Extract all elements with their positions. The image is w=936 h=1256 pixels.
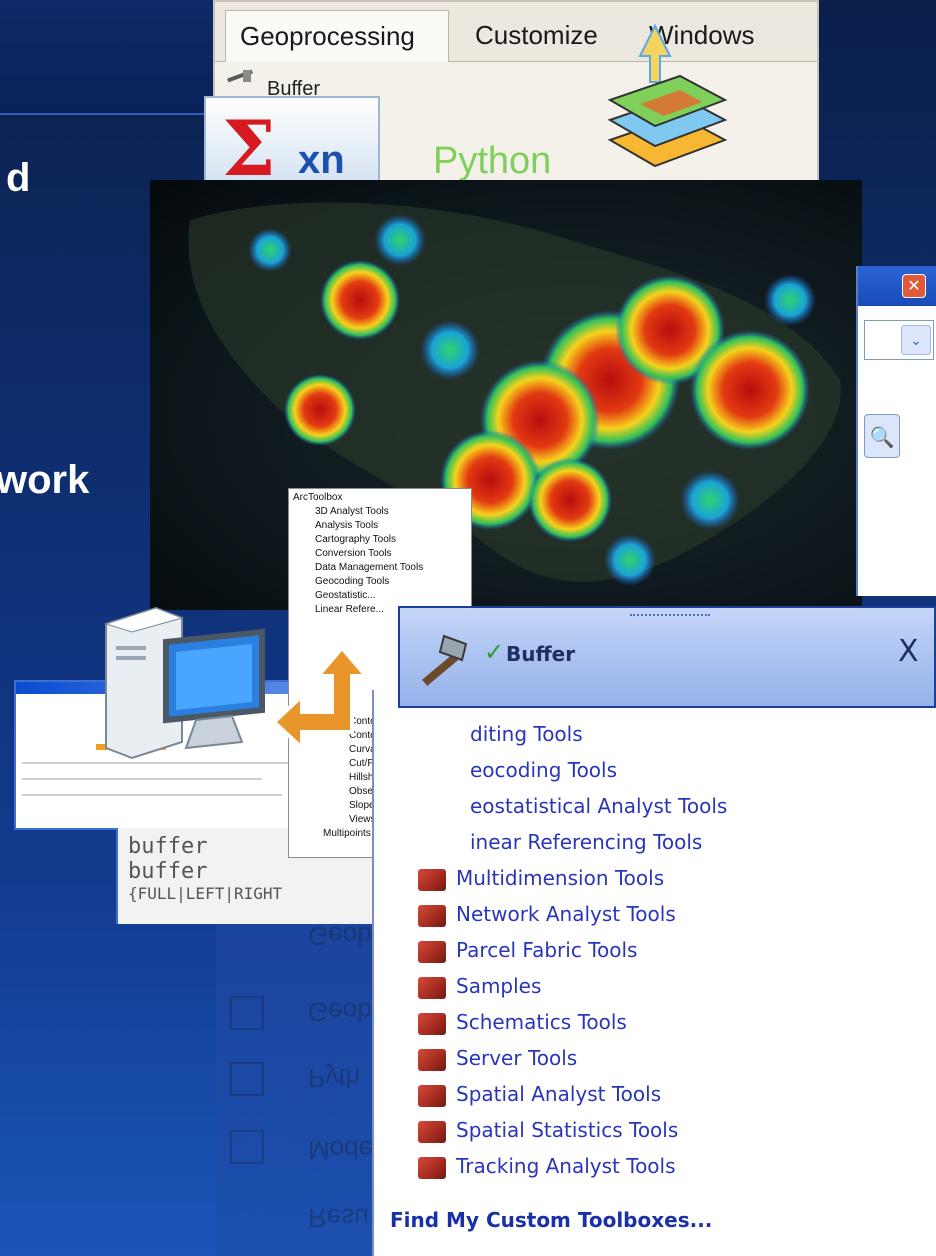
tool-list-item[interactable]: Spatial Analyst Tools — [418, 1082, 661, 1114]
toolbox-icon — [418, 1084, 446, 1107]
text-line — [22, 794, 282, 796]
toolbox-icon — [418, 976, 446, 999]
search-window-item: Mode — [308, 1135, 374, 1165]
tree-item[interactable]: ArcToolbox — [293, 491, 471, 505]
search-window-item: Resu — [308, 1203, 369, 1233]
tree-item[interactable]: Cartography Tools — [293, 533, 471, 547]
text-line — [22, 778, 262, 780]
tool-list-item[interactable]: inear Referencing Tools — [470, 830, 702, 862]
model-icon — [230, 1130, 264, 1164]
close-icon[interactable]: X — [898, 634, 919, 669]
hammer-icon — [422, 634, 468, 686]
hammer-icon — [227, 69, 253, 83]
north-america-heatmap — [188, 202, 841, 586]
tree-item[interactable]: Conversion Tools — [293, 547, 471, 561]
search-icon[interactable]: 🔍 — [864, 414, 900, 458]
tree-item[interactable]: Geocoding Tools — [293, 575, 471, 589]
tool-list-item[interactable]: diting Tools — [470, 722, 583, 754]
tool-list-item[interactable]: eostatistical Analyst Tools — [470, 794, 727, 826]
code-line: {FULL|LEFT|RIGHT — [128, 884, 283, 903]
check-icon: ✓ — [484, 638, 505, 666]
location-dropdown[interactable]: ⌄ — [864, 320, 934, 360]
find-custom-toolboxes-link[interactable]: Find My Custom Toolboxes... — [390, 1208, 712, 1232]
tool-list-item[interactable]: Multidimension Tools — [418, 866, 664, 898]
slide-title-band — [0, 0, 216, 115]
toolbox-icon — [418, 1120, 446, 1143]
tool-list-item[interactable]: Samples — [418, 974, 541, 1006]
close-icon[interactable]: ✕ — [902, 274, 926, 298]
tool-list-item[interactable]: Spatial Statistics Tools — [418, 1118, 678, 1150]
chevron-down-icon[interactable]: ⌄ — [901, 325, 931, 355]
tool-list-item[interactable]: Tracking Analyst Tools — [418, 1154, 676, 1186]
python-label: Python — [433, 140, 552, 182]
computer-icon — [104, 606, 265, 760]
tool-name[interactable]: Buffer — [506, 642, 575, 666]
sigma-label: xn — [298, 138, 345, 182]
toolbox-icon — [418, 1156, 446, 1179]
tool-list-item[interactable]: Network Analyst Tools — [418, 902, 676, 934]
tool-list-item[interactable]: Server Tools — [418, 1046, 577, 1078]
slide-text-fragment-1: d — [6, 156, 31, 200]
code-line: buffer — [128, 859, 208, 884]
bent-arrow-icon — [271, 644, 371, 753]
catalog-window: ✕ ⌄ 🔍 — [856, 266, 936, 596]
tool-list-item[interactable]: Schematics Tools — [418, 1010, 627, 1042]
tool-search-result-banner: ✓ Buffer X — [398, 606, 936, 708]
toolbox-icon — [418, 904, 446, 927]
tree-item[interactable]: 3D Analyst Tools — [293, 505, 471, 519]
toolbox-icon — [418, 940, 446, 963]
tree-item[interactable]: Geostatistic... — [293, 589, 471, 603]
up-arrow-icon — [638, 23, 672, 83]
search-window-item: Geob — [308, 921, 372, 951]
drag-grip[interactable] — [630, 614, 710, 618]
layers-icon — [607, 23, 728, 168]
python-window-icon — [230, 1062, 264, 1096]
menu-geoprocessing[interactable]: Geoprocessing — [225, 10, 449, 62]
tree-item[interactable]: Analysis Tools — [293, 519, 471, 533]
toolbox-icon — [418, 1012, 446, 1035]
slide-text-fragment-2: work — [0, 458, 90, 502]
toolbox-icon — [418, 868, 446, 891]
tool-list-item[interactable]: Parcel Fabric Tools — [418, 938, 637, 970]
search-window-item: Geob — [308, 997, 372, 1027]
catalog-title-bar: ✕ — [858, 266, 936, 306]
toolbox-list-window: diting Tools eocoding Tools eostatistica… — [372, 690, 936, 1256]
tree-item[interactable]: Data Management Tools — [293, 561, 471, 575]
tool-list-item[interactable]: eocoding Tools — [470, 758, 617, 790]
heat-map-image — [150, 180, 862, 610]
window-icon — [230, 996, 264, 1030]
toolbox-icon — [418, 1048, 446, 1071]
search-window-item: Pyth — [308, 1063, 361, 1093]
